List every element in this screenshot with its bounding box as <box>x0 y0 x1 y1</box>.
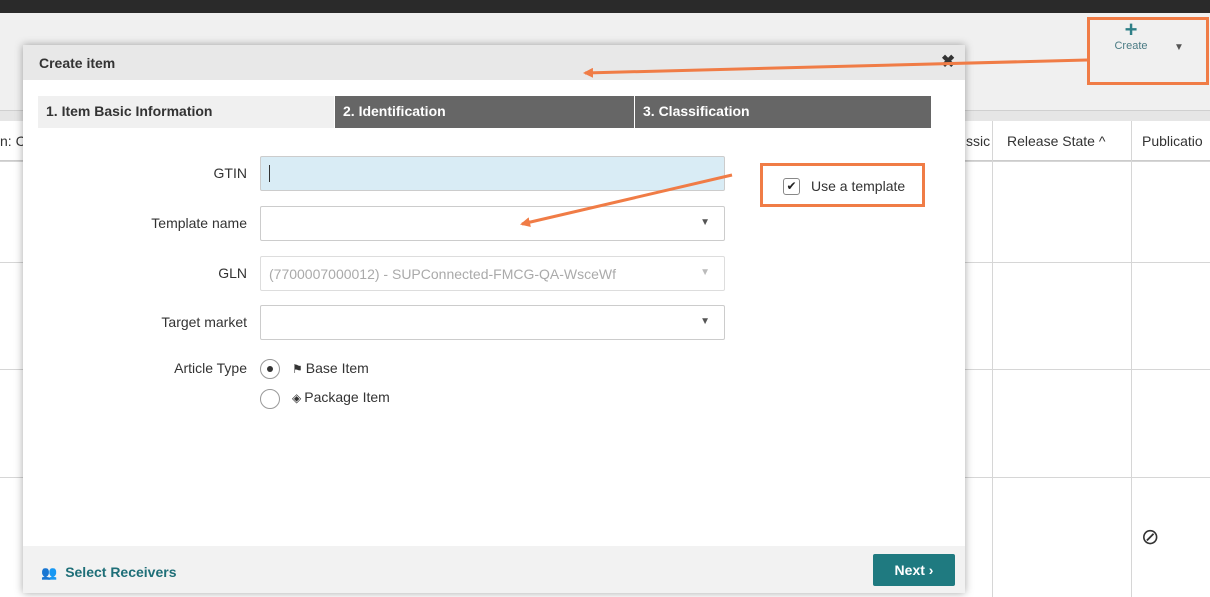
grid-column-header-release-state[interactable]: Release State ^ <box>1007 133 1105 149</box>
box-icon: ◈ <box>292 391 302 405</box>
close-icon[interactable]: ✖ <box>941 52 955 72</box>
target-market-select[interactable]: ▼ <box>260 305 725 340</box>
text-cursor <box>269 165 270 182</box>
grid-column-header-2[interactable]: ssic <box>966 133 990 149</box>
dialog-footer: 👥 Select Receivers Next › <box>23 546 965 593</box>
flag-icon: ⚑ <box>292 362 303 376</box>
use-template-checkbox[interactable]: ✔ <box>783 178 800 195</box>
create-highlight-box <box>1087 17 1209 85</box>
grid-column-header-publication[interactable]: Publicatio <box>1142 133 1203 149</box>
target-market-label: Target market <box>161 314 247 330</box>
select-receivers-link[interactable]: 👥 Select Receivers <box>41 564 177 581</box>
base-item-label: Base Item <box>305 360 369 376</box>
grid-column-header-1[interactable]: n: C <box>0 133 26 149</box>
package-item-option[interactable]: ◈ Package Item <box>292 389 390 405</box>
chevron-down-icon: ▼ <box>700 267 710 278</box>
gln-select: (7700007000012) - SUPConnected-FMCG-QA-W… <box>260 256 725 291</box>
grid-column-divider <box>1131 121 1132 597</box>
template-name-select[interactable]: ▼ <box>260 206 725 241</box>
package-item-radio[interactable] <box>260 389 280 409</box>
base-item-option[interactable]: ⚑ Base Item <box>292 360 369 376</box>
tab-identification[interactable]: 2. Identification <box>335 96 634 128</box>
article-type-label: Article Type <box>174 360 247 376</box>
base-item-radio[interactable] <box>260 359 280 379</box>
use-template-label: Use a template <box>811 178 906 194</box>
gtin-input[interactable] <box>260 156 725 191</box>
select-receivers-label: Select Receivers <box>65 564 177 580</box>
gtin-label: GTIN <box>213 165 247 181</box>
blocked-icon[interactable]: ⊘ <box>1141 524 1159 550</box>
gln-value: (7700007000012) - SUPConnected-FMCG-QA-W… <box>269 266 617 282</box>
grid-column-divider <box>992 121 993 597</box>
tab-classification[interactable]: 3. Classification <box>635 96 931 128</box>
template-name-label: Template name <box>151 215 247 231</box>
radio-selected-dot <box>267 366 273 372</box>
use-template-checkbox-group[interactable]: ✔ Use a template <box>760 163 925 207</box>
next-button[interactable]: Next › <box>873 554 955 586</box>
gln-label: GLN <box>218 265 247 281</box>
wizard-tabs: 1. Item Basic Information 2. Identificat… <box>38 96 931 128</box>
package-item-label: Package Item <box>304 389 390 405</box>
dialog-title: Create item <box>39 55 116 71</box>
create-item-dialog: Create item ✖ 1. Item Basic Information … <box>23 45 965 593</box>
users-icon: 👥 <box>41 565 58 580</box>
app-top-bar <box>0 0 1210 13</box>
tab-item-basic-information[interactable]: 1. Item Basic Information <box>38 96 334 128</box>
chevron-down-icon: ▼ <box>700 316 710 327</box>
dialog-header: Create item ✖ <box>23 45 965 80</box>
chevron-down-icon: ▼ <box>700 217 710 228</box>
